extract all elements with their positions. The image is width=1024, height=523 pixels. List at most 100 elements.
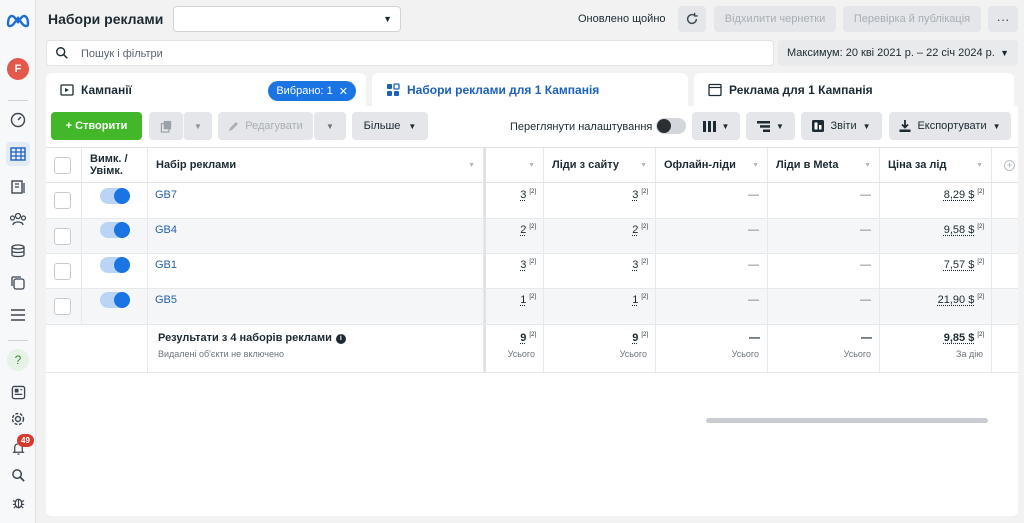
tab-ads[interactable]: Реклама для 1 Кампанія: [694, 73, 1014, 107]
selected-chip[interactable]: Вибрано: 1 ✕: [268, 81, 356, 101]
view-settings-toggle[interactable]: [656, 118, 686, 134]
column-header-name[interactable]: Набір реклами ▼: [148, 148, 484, 182]
adset-toggle[interactable]: [100, 188, 130, 204]
cost-per-lead-value[interactable]: 21,90 $: [938, 294, 975, 306]
totals-site-leads-value[interactable]: 9: [632, 332, 638, 344]
adset-toggle[interactable]: [100, 292, 130, 308]
select-all-checkbox[interactable]: [54, 157, 71, 174]
site-leads-value[interactable]: 1: [632, 294, 638, 306]
meta-logo-icon[interactable]: [5, 12, 31, 28]
cost-per-lead-value[interactable]: 9,58 $: [944, 224, 975, 236]
cost-per-lead-cell: 8,29 $ [2]: [880, 183, 992, 218]
edit-menu-button[interactable]: ▼: [314, 112, 346, 140]
adset-toggle[interactable]: [100, 222, 130, 238]
results-value[interactable]: 3: [520, 259, 526, 271]
horizontal-scrollbar[interactable]: [706, 418, 988, 423]
cost-per-lead-value[interactable]: 7,57 $: [944, 259, 975, 271]
avatar[interactable]: F: [7, 58, 29, 80]
close-icon[interactable]: ✕: [339, 85, 348, 98]
note-marker: [2]: [529, 224, 536, 231]
refresh-button[interactable]: [678, 6, 706, 32]
help-icon[interactable]: ?: [7, 349, 29, 371]
table-row[interactable]: GB7 3 [2] 3 [2] — — 8,29 $ [2]: [46, 183, 1018, 219]
totals-cost-per-lead-value[interactable]: 9,85 $: [944, 332, 975, 344]
totals-meta-leads-value: —: [861, 332, 872, 344]
news-icon[interactable]: [6, 380, 30, 404]
totals-results-value[interactable]: 9: [520, 332, 526, 344]
site-leads-value[interactable]: 3: [632, 259, 638, 271]
column-header-site-leads-label: Ліди з сайту: [552, 159, 620, 171]
sort-icon[interactable]: ▼: [864, 162, 871, 169]
review-publish-button[interactable]: Перевірка й публікація: [843, 6, 981, 32]
audiences-icon[interactable]: [6, 207, 30, 231]
duplicate-button[interactable]: [149, 112, 183, 140]
tab-campaigns[interactable]: Кампанії Вибрано: 1 ✕: [46, 73, 366, 107]
reports-label: Звіти: [830, 120, 857, 132]
gear-icon[interactable]: [6, 407, 30, 431]
duplicate-menu-button[interactable]: ▼: [183, 112, 212, 140]
column-header-site-leads[interactable]: Ліди з сайту ▼: [544, 148, 656, 182]
column-header-meta-leads[interactable]: Ліди в Meta ▼: [768, 148, 880, 182]
note-marker: [2]: [977, 224, 984, 231]
column-header-results[interactable]: ▼: [484, 148, 544, 182]
row-checkbox[interactable]: [54, 192, 71, 209]
catalog-icon[interactable]: [6, 271, 30, 295]
ads-manager-table-icon[interactable]: [6, 142, 30, 166]
sort-icon[interactable]: ▼: [752, 162, 759, 169]
adset-toggle[interactable]: [100, 257, 130, 273]
row-checkbox[interactable]: [54, 228, 71, 245]
create-button[interactable]: + Створити: [51, 112, 142, 140]
chevron-down-icon: ▼: [721, 121, 730, 131]
table-header: Вимк. / Увімк. Набір реклами ▼ ▼ Ліди з …: [46, 147, 1018, 183]
sort-icon[interactable]: ▼: [528, 162, 535, 169]
table-row[interactable]: GB5 1 [2] 1 [2] — — 21,90 $ [2]: [46, 289, 1018, 325]
row-checkbox[interactable]: [54, 298, 71, 315]
results-value[interactable]: 1: [520, 294, 526, 306]
date-range-picker[interactable]: Максимум: 20 кві 2021 р. – 22 січ 2024 р…: [778, 40, 1018, 66]
sort-icon[interactable]: ▼: [468, 162, 475, 169]
sort-icon[interactable]: ▼: [640, 162, 647, 169]
tab-adsets[interactable]: Набори реклами для 1 Кампанія: [372, 73, 688, 107]
billing-icon[interactable]: [6, 239, 30, 263]
breakdown-button[interactable]: ▼: [746, 112, 795, 140]
results-value[interactable]: 2: [520, 224, 526, 236]
info-icon[interactable]: i: [335, 333, 346, 344]
search-icon[interactable]: [6, 463, 30, 487]
columns-button[interactable]: ▼: [692, 112, 740, 140]
more-options-button[interactable]: ···: [988, 6, 1018, 32]
cost-per-lead-value[interactable]: 8,29 $: [944, 189, 975, 201]
table-row[interactable]: GB1 3 [2] 3 [2] — — 7,57 $ [2]: [46, 254, 1018, 289]
offline-leads-cell: —: [656, 254, 768, 288]
results-value[interactable]: 3: [520, 189, 526, 201]
chevron-down-icon: ▼: [383, 14, 392, 24]
row-checkbox[interactable]: [54, 263, 71, 280]
reports-button[interactable]: Звіти ▼: [801, 112, 882, 140]
note-marker: [2]: [977, 332, 984, 339]
table-row[interactable]: GB4 2 [2] 2 [2] — — 9,58 $ [2]: [46, 219, 1018, 254]
columns-icon: [702, 120, 716, 132]
pencil-icon: [229, 122, 239, 131]
all-tools-menu-icon[interactable]: [6, 303, 30, 327]
column-header-offline-leads[interactable]: Офлайн-ліди ▼: [656, 148, 768, 182]
totals-spacer-cell: [46, 325, 148, 372]
download-icon: [899, 120, 911, 132]
export-button[interactable]: Експортувати ▼: [889, 112, 1011, 140]
site-leads-cell: 1 [2]: [544, 289, 656, 324]
site-leads-value[interactable]: 2: [632, 224, 638, 236]
more-actions-button[interactable]: Більше ▼: [352, 112, 428, 140]
campaign-select[interactable]: ▼: [173, 6, 401, 32]
gauge-icon[interactable]: [6, 108, 30, 132]
column-header-toggle[interactable]: Вимк. / Увімк.: [82, 148, 148, 182]
discard-drafts-button[interactable]: Відхилити чернетки: [714, 6, 836, 32]
bug-report-icon[interactable]: [6, 490, 30, 514]
edit-button[interactable]: Редагувати: [218, 112, 313, 140]
search-bar[interactable]: [46, 40, 774, 66]
column-header-cost-per-lead[interactable]: Ціна за лід ▼: [880, 148, 992, 182]
pages-icon[interactable]: [6, 175, 30, 199]
sort-icon[interactable]: ▼: [976, 162, 983, 169]
row-select-cell: [46, 183, 82, 218]
site-leads-value[interactable]: 3: [632, 189, 638, 201]
chevron-down-icon: ▼: [408, 121, 417, 131]
search-input[interactable]: [81, 45, 681, 62]
add-column-icon[interactable]: +: [1004, 160, 1015, 171]
